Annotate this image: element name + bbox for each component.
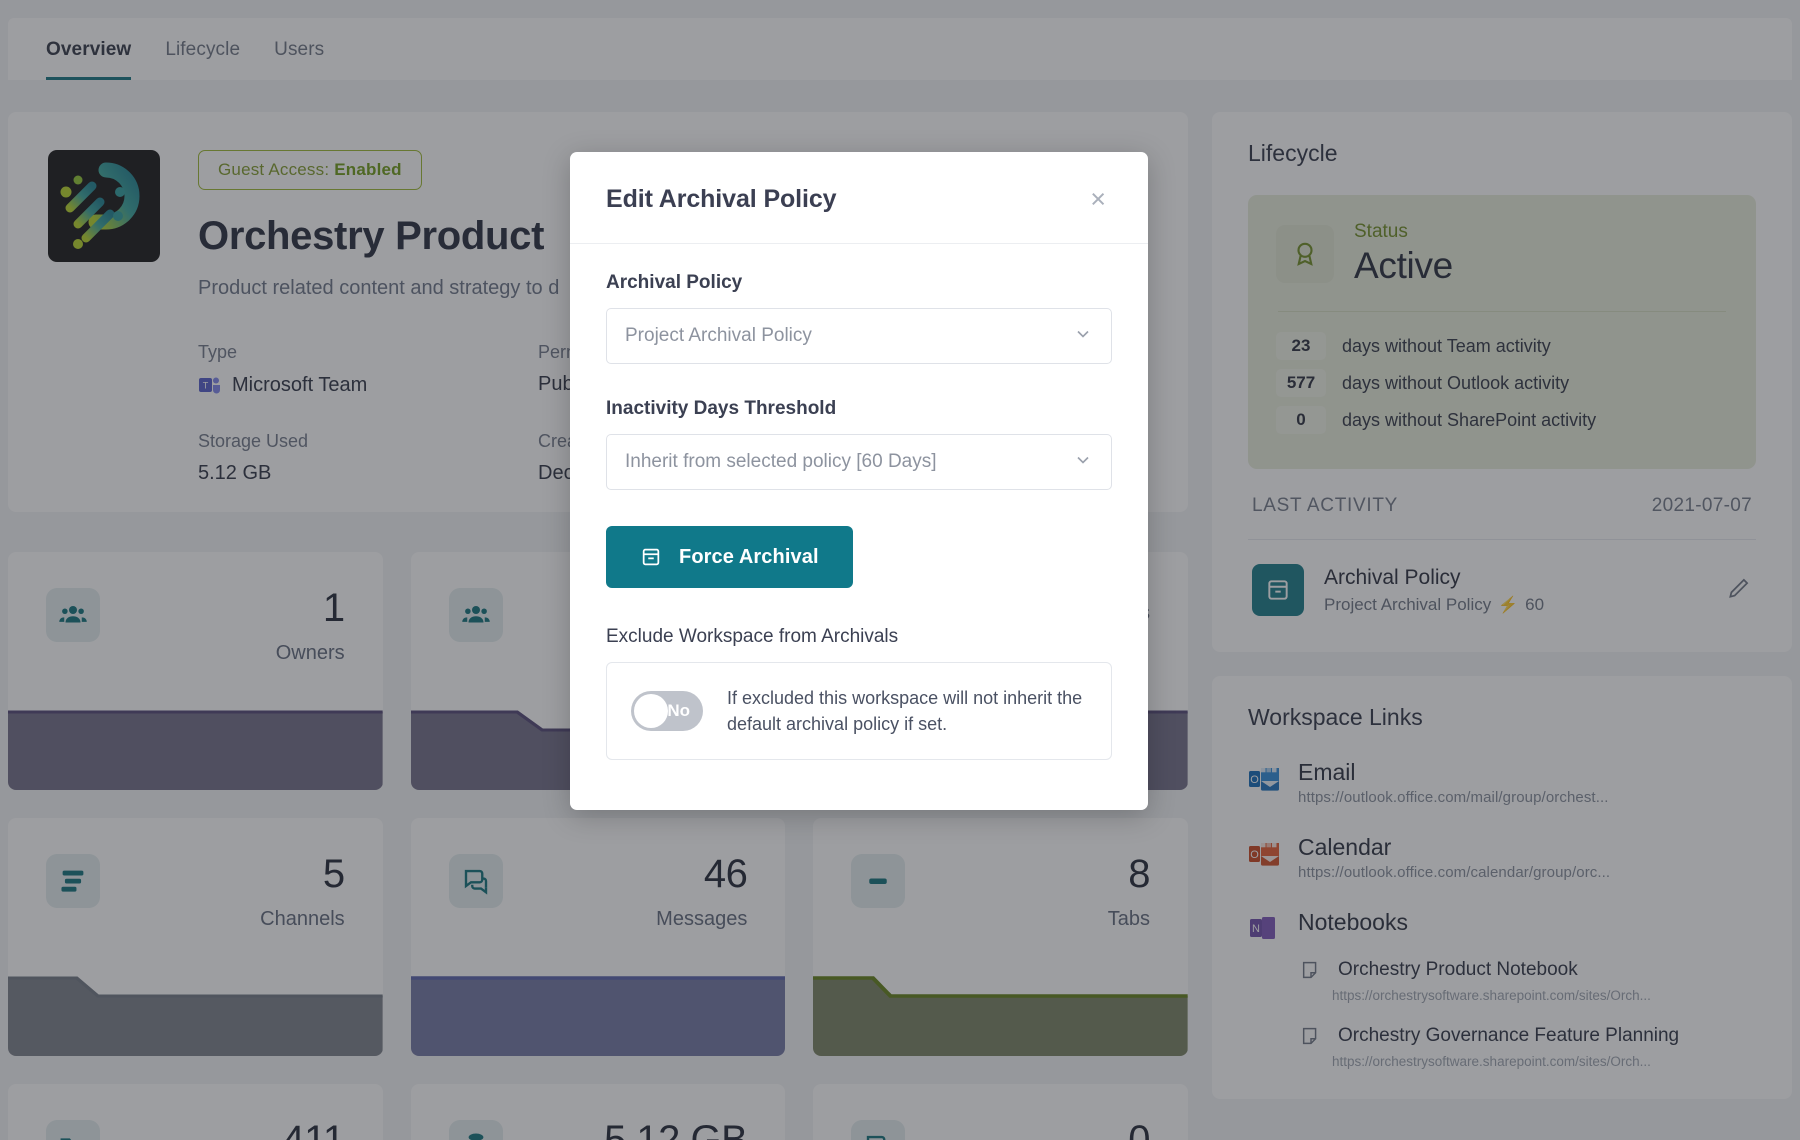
force-archival-button[interactable]: Force Archival: [606, 526, 853, 588]
exclude-description: If excluded this workspace will not inhe…: [727, 685, 1087, 737]
modal-title: Edit Archival Policy: [606, 185, 836, 214]
inactivity-days-selected-value: Inherit from selected policy [60 Days]: [625, 451, 937, 473]
app-root: Overview Lifecycle Users: [0, 0, 1800, 1140]
archival-policy-label: Archival Policy: [606, 272, 1112, 294]
inactivity-days-label: Inactivity Days Threshold: [606, 398, 1112, 420]
edit-archival-policy-modal: Edit Archival Policy × Archival Policy P…: [570, 152, 1148, 810]
force-archival-label: Force Archival: [679, 546, 819, 569]
toggle-knob: [634, 694, 668, 728]
archive-box-icon: [640, 546, 662, 568]
chevron-down-icon: [1073, 450, 1093, 475]
chevron-down-icon: [1073, 324, 1093, 349]
archival-policy-selected-value: Project Archival Policy: [625, 325, 812, 347]
close-icon[interactable]: ×: [1084, 184, 1112, 215]
exclude-workspace-label: Exclude Workspace from Archivals: [606, 626, 1112, 648]
exclude-workspace-box: No If excluded this workspace will not i…: [606, 662, 1112, 760]
archival-policy-select[interactable]: Project Archival Policy: [606, 308, 1112, 364]
toggle-value: No: [667, 701, 690, 721]
exclude-toggle[interactable]: No: [631, 691, 703, 731]
inactivity-days-select[interactable]: Inherit from selected policy [60 Days]: [606, 434, 1112, 490]
